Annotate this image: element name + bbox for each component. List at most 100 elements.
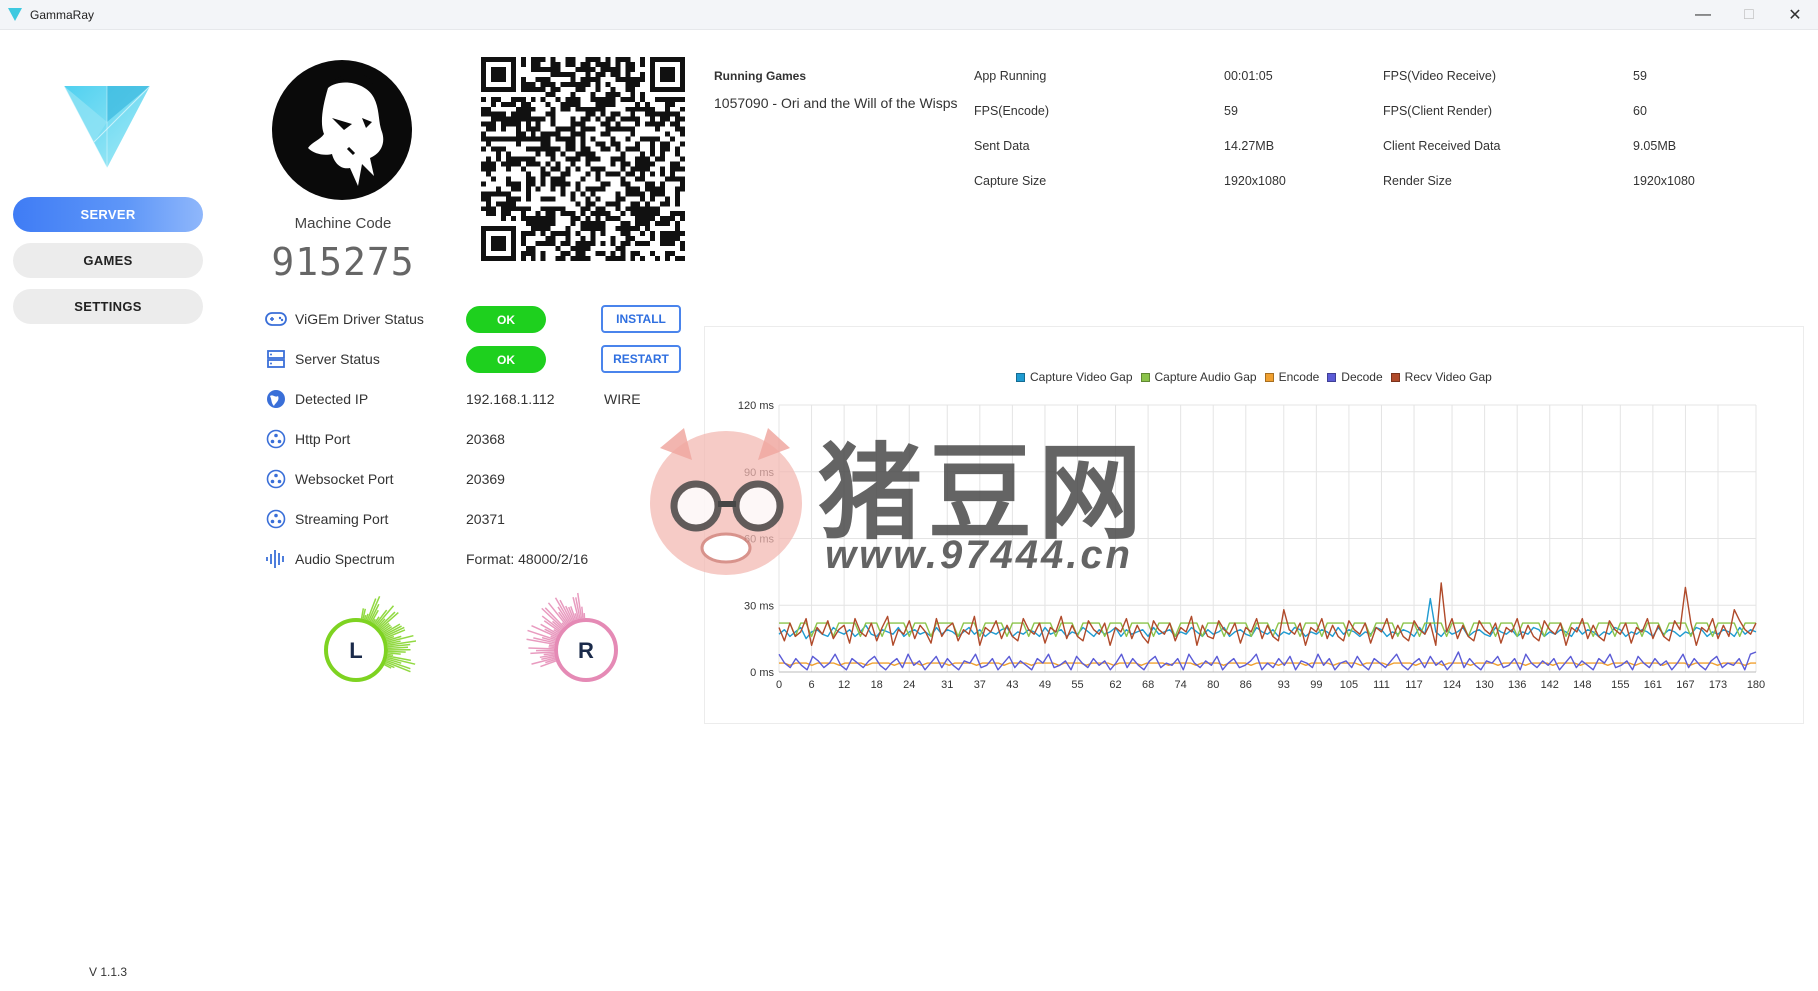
port-icon (265, 468, 287, 490)
render-size-label: Render Size (1383, 174, 1452, 188)
websocket-port-value: 20369 (466, 471, 505, 487)
server-status-badge: OK (466, 346, 546, 373)
x-tick-label: 130 (1475, 679, 1493, 691)
x-tick-label: 62 (1109, 679, 1121, 691)
maximize-button[interactable]: □ (1726, 0, 1772, 30)
app-running-value: 00:01:05 (1224, 69, 1273, 83)
right-channel-spectrum: R (526, 592, 618, 682)
spectrum-bar (387, 653, 394, 656)
running-game-item[interactable]: 1057090 - Ori and the Will of the Wisps (714, 95, 958, 111)
legend-label: Decode (1341, 370, 1383, 384)
audio-wave-icon (265, 548, 287, 570)
app-version: V 1.1.3 (89, 965, 128, 979)
port-icon (265, 428, 287, 450)
chart-legend: Capture Video Gap Capture Audio Gap Encode… (1016, 370, 1500, 384)
app-running-label: App Running (974, 69, 1047, 83)
legend-item[interactable]: Recv Video Gap (1390, 370, 1492, 384)
gammaray-logo (64, 86, 150, 168)
legend-label: Capture Audio Gap (1154, 370, 1257, 384)
streaming-port-value: 20371 (466, 511, 505, 527)
http-port-row: Http Port (265, 426, 350, 452)
nav-server[interactable]: SERVER (13, 197, 203, 232)
sent-data-value: 14.27MB (1224, 139, 1275, 153)
audio-format-value: Format: 48000/2/16 (466, 551, 589, 567)
x-tick-label: 43 (1006, 679, 1018, 691)
restart-button[interactable]: RESTART (601, 345, 681, 373)
nav-settings[interactable]: SETTINGS (13, 289, 203, 324)
minimize-button[interactable]: — (1680, 0, 1726, 30)
fps-video-receive-label: FPS(Video Receive) (1383, 69, 1497, 83)
legend-swatch (1264, 372, 1274, 382)
detected-ip-label: Detected IP (295, 391, 369, 407)
y-tick-label: 30 ms (744, 600, 774, 612)
legend-item[interactable]: Decode (1327, 370, 1383, 384)
x-tick-label: 161 (1644, 679, 1662, 691)
x-tick-label: 148 (1573, 679, 1591, 691)
x-tick-label: 142 (1541, 679, 1559, 691)
legend-item[interactable]: Capture Audio Gap (1140, 370, 1257, 384)
legend-swatch (1140, 372, 1150, 382)
x-tick-label: 18 (871, 679, 883, 691)
spectrum-bar (387, 650, 406, 653)
spectrum-bar (543, 652, 555, 656)
fps-video-receive-value: 59 (1633, 69, 1647, 83)
server-status-label: Server Status (295, 351, 380, 367)
x-tick-label: 80 (1207, 679, 1219, 691)
x-tick-label: 167 (1676, 679, 1694, 691)
sent-data-label: Sent Data (974, 139, 1030, 153)
http-port-value: 20368 (466, 431, 505, 447)
streaming-port-row: Streaming Port (265, 506, 388, 532)
y-tick-label: 60 ms (744, 534, 774, 546)
x-tick-label: 111 (1373, 679, 1390, 691)
left-channel-spectrum: L (324, 595, 416, 682)
fps-encode-value: 59 (1224, 104, 1238, 118)
x-tick-label: 49 (1039, 679, 1051, 691)
vigem-status-badge: OK (466, 306, 546, 333)
websocket-port-label: Websocket Port (295, 471, 394, 487)
x-tick-label: 55 (1071, 679, 1083, 691)
websocket-port-row: Websocket Port (265, 466, 394, 492)
x-tick-label: 93 (1278, 679, 1290, 691)
legend-label: Recv Video Gap (1404, 370, 1492, 384)
legend-item[interactable]: Encode (1264, 370, 1320, 384)
x-tick-label: 74 (1175, 679, 1187, 691)
x-tick-label: 37 (974, 679, 986, 691)
x-tick-label: 24 (903, 679, 915, 691)
y-tick-label: 120 ms (738, 400, 775, 412)
running-games-title: Running Games (714, 69, 807, 83)
x-tick-label: 155 (1611, 679, 1629, 691)
x-tick-label: 86 (1240, 679, 1252, 691)
render-size-value: 1920x1080 (1633, 174, 1695, 188)
channel-label: R (578, 638, 594, 663)
port-icon (265, 508, 287, 530)
gamepad-icon (265, 308, 287, 330)
fps-encode-label: FPS(Encode) (974, 104, 1050, 118)
legend-label: Encode (1278, 370, 1320, 384)
connection-type: WIRE (604, 391, 641, 407)
server-status-row: Server Status (265, 346, 380, 372)
y-tick-label: 90 ms (744, 467, 774, 479)
detected-ip-row: Detected IP (265, 386, 368, 412)
vigem-driver-row: ViGEm Driver Status (265, 306, 424, 332)
y-tick-label: 0 ms (750, 667, 774, 679)
install-button[interactable]: INSTALL (601, 305, 681, 333)
streaming-port-label: Streaming Port (295, 511, 389, 527)
machine-code-value: 915275 (271, 240, 415, 284)
vigem-driver-label: ViGEm Driver Status (295, 311, 424, 327)
x-tick-label: 105 (1340, 679, 1358, 691)
qr-code (481, 57, 685, 261)
title-bar: GammaRay (0, 0, 1818, 30)
x-tick-label: 0 (776, 679, 782, 691)
legend-label: Capture Video Gap (1030, 370, 1133, 384)
nav-games[interactable]: GAMES (13, 243, 203, 278)
x-tick-label: 173 (1709, 679, 1727, 691)
spectrum-bar (581, 606, 584, 619)
detected-ip-value: 192.168.1.112 (466, 391, 555, 407)
audio-spectrum-label: Audio Spectrum (295, 551, 395, 567)
x-tick-label: 12 (838, 679, 850, 691)
close-button[interactable]: ✕ (1772, 0, 1818, 30)
audio-spectrum-row: Audio Spectrum (265, 546, 395, 572)
legend-item[interactable]: Capture Video Gap (1016, 370, 1133, 384)
capture-size-value: 1920x1080 (1224, 174, 1286, 188)
spectrum-bar (528, 647, 555, 650)
